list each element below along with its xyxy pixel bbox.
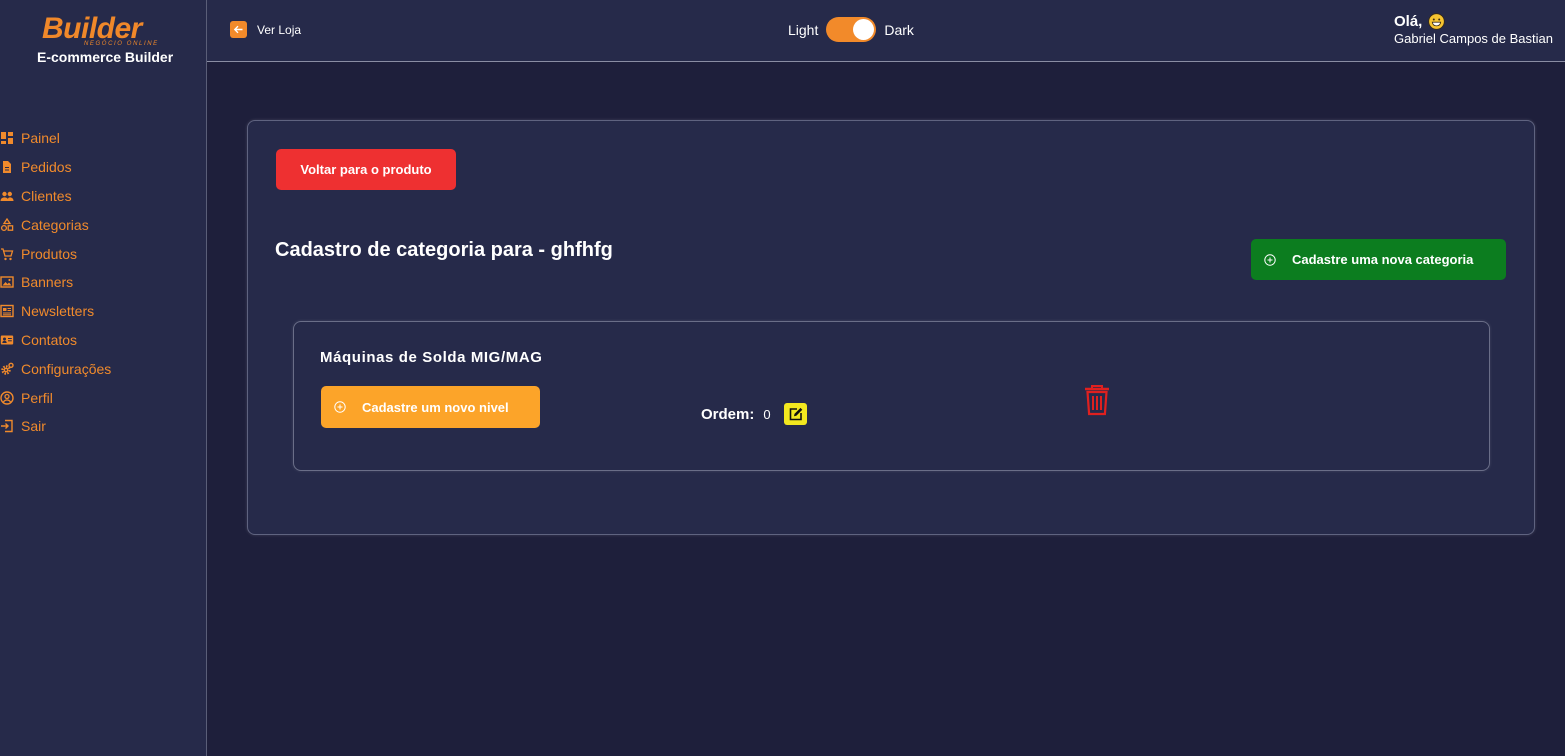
order-field: Ordem: 0 xyxy=(701,403,807,425)
gear-icon xyxy=(0,362,14,376)
logout-icon xyxy=(0,419,14,433)
toggle-knob xyxy=(853,19,875,40)
newspaper-icon xyxy=(0,304,14,318)
theme-light-label: Light xyxy=(788,21,819,38)
plus-circle-icon xyxy=(334,401,346,413)
sidebar-nav: Painel Pedidos Clientes Categorias Produ… xyxy=(0,124,111,441)
sidebar-item-newsletters[interactable]: Newsletters xyxy=(0,297,111,326)
sidebar-item-label: Configurações xyxy=(21,360,112,377)
theme-toggle-group: Light Dark xyxy=(788,17,914,42)
arrow-left-icon xyxy=(230,21,247,38)
category-name: Máquinas de Solda MIG/MAG xyxy=(320,349,543,366)
sidebar-item-label: Clientes xyxy=(21,187,72,204)
back-to-product-button[interactable]: Voltar para o produto xyxy=(276,149,456,190)
sidebar-item-label: Contatos xyxy=(21,331,78,348)
sidebar-item-label: Painel xyxy=(21,130,60,147)
sidebar-item-produtos[interactable]: Produtos xyxy=(0,239,111,268)
sidebar-item-label: Newsletters xyxy=(21,303,95,320)
sidebar-item-label: Sair xyxy=(21,418,46,435)
ver-loja-label: Ver Loja xyxy=(257,22,302,37)
user-greeting: Olá, Gabriel Campos de Bastian xyxy=(1394,13,1553,46)
logo-tagline: NEGÓCIO ONLINE xyxy=(84,41,159,47)
sidebar-item-contatos[interactable]: Contatos xyxy=(0,326,111,355)
sidebar-item-clientes[interactable]: Clientes xyxy=(0,182,111,211)
new-level-label: Cadastre um novo nivel xyxy=(362,399,509,415)
image-icon xyxy=(0,275,14,289)
greeting-line: Olá, xyxy=(1394,13,1553,30)
sidebar-item-banners[interactable]: Banners xyxy=(0,268,111,297)
new-level-button[interactable]: Cadastre um novo nivel xyxy=(321,386,540,428)
delete-trash-icon[interactable] xyxy=(1083,384,1111,416)
contact-card-icon xyxy=(0,333,14,347)
order-value: 0 xyxy=(763,406,771,422)
people-icon xyxy=(0,189,14,203)
ver-loja-link[interactable]: Ver Loja xyxy=(230,21,301,38)
sidebar-item-label: Perfil xyxy=(21,389,53,406)
category-card: Voltar para o produto Cadastro de catego… xyxy=(247,120,1535,535)
edit-icon[interactable] xyxy=(783,403,807,425)
sidebar-item-label: Banners xyxy=(21,274,74,291)
sidebar-item-painel[interactable]: Painel xyxy=(0,124,111,153)
user-circle-icon xyxy=(0,390,14,405)
page-title: Cadastro de categoria para - ghfhfg xyxy=(275,239,613,261)
sidebar: Builder NEGÓCIO ONLINE E-commerce Builde… xyxy=(0,0,207,756)
brand-subtitle: E-commerce Builder xyxy=(37,49,174,65)
cart-icon xyxy=(0,247,14,261)
sidebar-item-label: Categorias xyxy=(21,216,89,233)
new-category-button[interactable]: Cadastre uma nova categoria xyxy=(1251,239,1506,280)
greeting-text: Olá, xyxy=(1394,13,1423,30)
sidebar-item-categorias[interactable]: Categorias xyxy=(0,210,111,239)
brand-logo[interactable]: Builder NEGÓCIO ONLINE E-commerce Builde… xyxy=(36,10,186,66)
shapes-icon xyxy=(0,217,14,232)
sidebar-item-pedidos[interactable]: Pedidos xyxy=(0,153,111,182)
grin-emoji-icon xyxy=(1428,13,1446,30)
sidebar-item-configuracoes[interactable]: Configurações xyxy=(0,354,111,383)
category-item: Máquinas de Solda MIG/MAG Cadastre um no… xyxy=(293,321,1490,471)
user-name: Gabriel Campos de Bastian xyxy=(1394,31,1553,46)
dashboard-icon xyxy=(0,131,14,145)
document-icon xyxy=(0,160,14,174)
new-category-label: Cadastre uma nova categoria xyxy=(1292,252,1474,267)
sidebar-item-label: Produtos xyxy=(21,245,78,262)
sidebar-item-perfil[interactable]: Perfil xyxy=(0,383,111,412)
sidebar-item-sair[interactable]: Sair xyxy=(0,412,111,441)
top-bar: Ver Loja Light Dark Olá, Gabriel Campos … xyxy=(207,0,1565,62)
order-label: Ordem: xyxy=(701,405,755,423)
sidebar-item-label: Pedidos xyxy=(21,159,72,176)
plus-circle-icon xyxy=(1264,253,1276,266)
theme-toggle-switch[interactable] xyxy=(826,17,877,42)
theme-dark-label: Dark xyxy=(884,21,914,38)
